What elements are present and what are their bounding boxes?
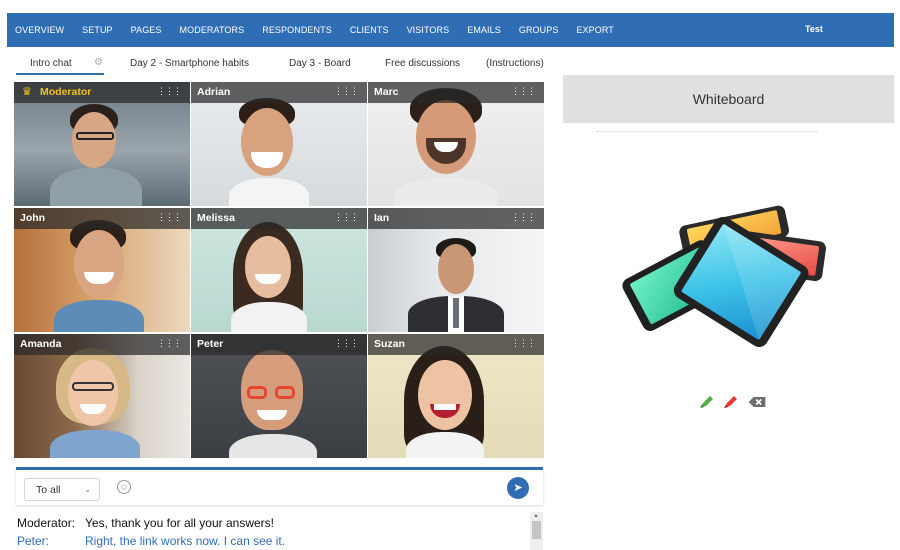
app-root: OVERVIEW SETUP PAGES MODERATORS RESPONDE… — [0, 0, 900, 550]
tab-instructions[interactable]: (Instructions) — [486, 53, 544, 75]
chevron-down-icon: ⌄ — [84, 485, 91, 494]
crown-icon: ♛ — [22, 86, 32, 98]
nav-clients[interactable]: CLIENTS — [350, 25, 389, 35]
recipient-select[interactable]: To all ⌄ — [24, 478, 100, 501]
tab-free-discussions[interactable]: Free discussions — [385, 53, 460, 75]
session-tabs: Intro chat ⚙ Day 2 - Smartphone habits D… — [14, 53, 546, 75]
drag-handle-icon[interactable]: ⋮⋮⋮ — [511, 86, 536, 97]
nav-pages[interactable]: PAGES — [131, 25, 162, 35]
chat-message-author: Moderator: — [17, 516, 76, 530]
top-navigation: OVERVIEW SETUP PAGES MODERATORS RESPONDE… — [7, 13, 894, 47]
video-tile-suzan[interactable]: Suzan ⋮⋮⋮ — [368, 334, 544, 458]
video-tile-marc[interactable]: Marc ⋮⋮⋮ — [368, 82, 544, 206]
green-marker-icon[interactable] — [697, 393, 717, 411]
user-menu[interactable]: Test — [805, 24, 823, 34]
nav-groups[interactable]: GROUPS — [519, 25, 559, 35]
participant-name: Ian — [374, 212, 390, 224]
tab-day-2[interactable]: Day 2 - Smartphone habits — [130, 53, 249, 75]
video-tile-adrian[interactable]: Adrian ⋮⋮⋮ — [191, 82, 367, 206]
recipient-value: To all — [36, 484, 61, 496]
nav-setup[interactable]: SETUP — [82, 25, 113, 35]
tab-label: Intro chat — [30, 58, 72, 69]
nav-export[interactable]: EXPORT — [576, 25, 613, 35]
whiteboard-header: Whiteboard — [563, 75, 894, 123]
nav-visitors[interactable]: VISITORS — [407, 25, 450, 35]
video-tile-ian[interactable]: Ian ⋮⋮⋮ — [368, 208, 544, 332]
nav-respondents[interactable]: RESPONDENTS — [262, 25, 332, 35]
chat-message-author: Peter: — [17, 534, 50, 548]
drag-handle-icon[interactable]: ⋮⋮⋮ — [334, 212, 359, 223]
drag-handle-icon[interactable]: ⋮⋮⋮ — [334, 86, 359, 97]
drag-handle-icon[interactable]: ⋮⋮⋮ — [511, 338, 536, 349]
participant-name: Marc — [374, 86, 399, 98]
smartphones-image[interactable] — [620, 200, 832, 348]
chat-scrollbar[interactable]: ▲ — [530, 512, 543, 550]
chat-log: Moderator: Yes, thank you for all your an… — [17, 512, 537, 550]
video-grid: ♛ Moderator ⋮⋮⋮ Adrian ⋮⋮⋮ Marc ⋮⋮⋮ John… — [14, 82, 544, 458]
video-tile-moderator[interactable]: ♛ Moderator ⋮⋮⋮ — [14, 82, 190, 206]
drag-handle-icon[interactable]: ⋮⋮⋮ — [157, 338, 182, 349]
eraser-icon[interactable] — [747, 393, 767, 411]
scrollbar-thumb[interactable] — [532, 521, 541, 539]
video-tile-melissa[interactable]: Melissa ⋮⋮⋮ — [191, 208, 367, 332]
drag-handle-icon[interactable]: ⋮⋮⋮ — [334, 338, 359, 349]
drag-handle-icon[interactable]: ⋮⋮⋮ — [511, 212, 536, 223]
whiteboard-toolbar — [697, 393, 777, 411]
chat-message-text: Yes, thank you for all your answers! — [85, 516, 274, 530]
participant-name: John — [20, 212, 46, 224]
whiteboard-divider — [597, 131, 817, 135]
video-tile-john[interactable]: John ⋮⋮⋮ — [14, 208, 190, 332]
scroll-up-icon[interactable]: ▲ — [533, 513, 539, 519]
nav-moderators[interactable]: MODERATORS — [180, 25, 245, 35]
chat-message: Moderator: Yes, thank you for all your an… — [17, 516, 274, 530]
red-marker-icon[interactable] — [721, 393, 741, 411]
chat-input-bar: To all ⌄ ☺ ➤ — [16, 467, 543, 505]
drag-handle-icon[interactable]: ⋮⋮⋮ — [157, 86, 182, 97]
send-icon[interactable]: ➤ — [507, 477, 529, 499]
participant-name: Melissa — [197, 212, 235, 224]
smiley-icon[interactable]: ☺ — [117, 480, 131, 494]
whiteboard-title: Whiteboard — [692, 91, 765, 107]
tab-intro-chat[interactable]: Intro chat ⚙ — [16, 53, 104, 75]
tab-day-3[interactable]: Day 3 - Board — [289, 53, 351, 75]
participant-name: Moderator — [40, 86, 92, 98]
nav-emails[interactable]: EMAILS — [467, 25, 501, 35]
participant-name: Peter — [197, 338, 224, 350]
nav-overview[interactable]: OVERVIEW — [15, 25, 64, 35]
participant-name: Suzan — [374, 338, 405, 350]
gear-icon[interactable]: ⚙ — [94, 57, 103, 68]
video-tile-amanda[interactable]: Amanda ⋮⋮⋮ — [14, 334, 190, 458]
participant-name: Adrian — [197, 86, 231, 98]
participant-name: Amanda — [20, 338, 62, 350]
chat-message: Peter: Right, the link works now. I can s… — [17, 534, 285, 548]
chat-message-text: Right, the link works now. I can see it. — [85, 534, 286, 548]
video-tile-peter[interactable]: Peter ⋮⋮⋮ — [191, 334, 367, 458]
drag-handle-icon[interactable]: ⋮⋮⋮ — [157, 212, 182, 223]
